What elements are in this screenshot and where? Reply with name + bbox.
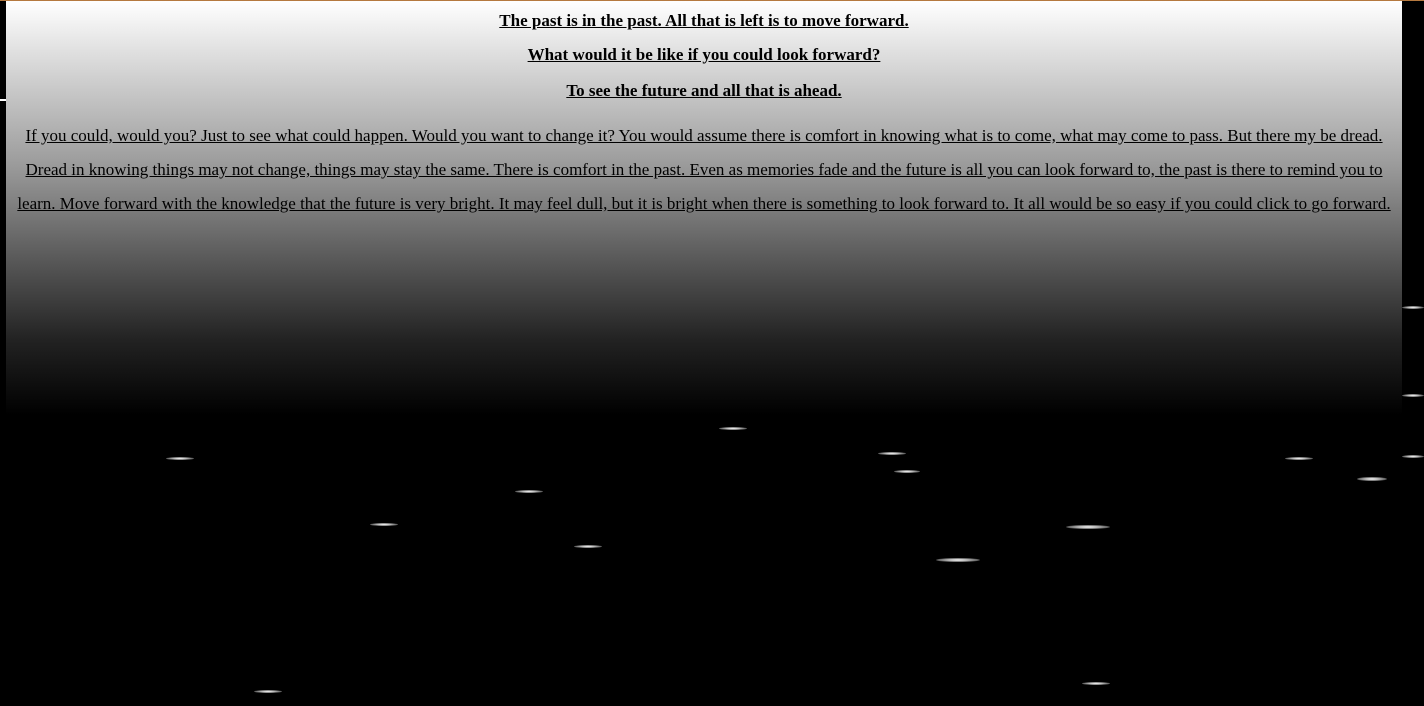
star-streak — [574, 545, 602, 548]
star-streak — [1082, 682, 1110, 685]
star-streak — [1402, 455, 1424, 458]
star-streak — [1402, 394, 1424, 397]
heading-see-future: To see the future and all that is ahead. — [566, 81, 842, 100]
go-forward-link[interactable]: If you could, would you? Just to see wha… — [6, 119, 1402, 221]
star-streak — [254, 690, 282, 693]
star-streak — [878, 452, 906, 455]
star-streak — [515, 490, 543, 493]
page: The past is in the past. All that is lef… — [0, 0, 1424, 706]
star-streak — [1357, 477, 1387, 481]
star-streak — [166, 457, 194, 460]
star-streak — [894, 470, 920, 473]
heading-look-forward: What would it be like if you could look … — [527, 45, 881, 64]
heading-past: The past is in the past. All that is lef… — [499, 11, 909, 30]
star-streak — [1285, 457, 1313, 460]
star-streak — [370, 523, 398, 526]
star-streak — [1066, 525, 1110, 529]
star-streak — [936, 558, 980, 562]
star-streak — [719, 427, 747, 430]
star-streak — [1402, 306, 1424, 309]
